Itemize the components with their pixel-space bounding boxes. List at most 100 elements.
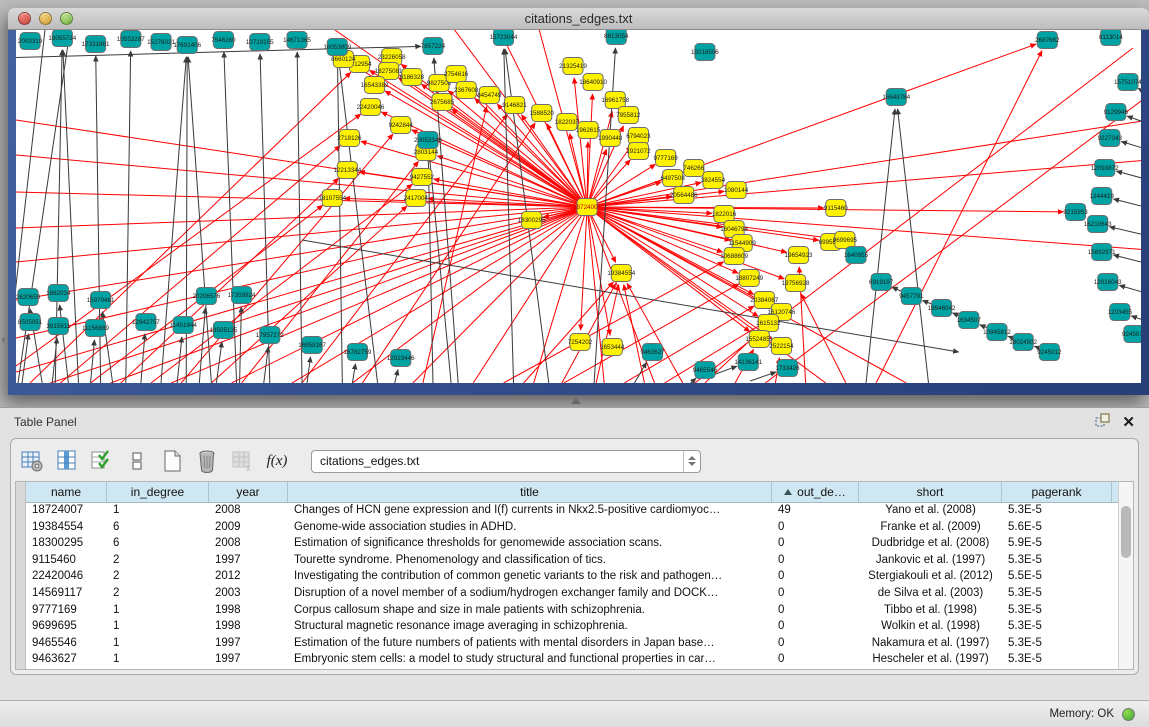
- graph-node[interactable]: 16961758: [601, 92, 629, 109]
- graph-node[interactable]: 8505051: [18, 314, 43, 331]
- select-all-icon[interactable]: [89, 448, 115, 474]
- graph-node[interactable]: 15751074: [1114, 74, 1141, 91]
- graph-node[interactable]: 16782759: [344, 344, 372, 361]
- column-header-year[interactable]: year: [209, 482, 288, 502]
- table-row[interactable]: 969969511998Structural magnetic resonanc…: [26, 619, 1118, 636]
- function-builder-icon[interactable]: f(x): [264, 448, 290, 474]
- table-mode-icon[interactable]: [19, 448, 45, 474]
- graph-node[interactable]: 2718126: [337, 130, 362, 147]
- graph-node[interactable]: 13505135: [210, 322, 238, 339]
- graph-node[interactable]: 10688609: [720, 248, 748, 265]
- graph-node[interactable]: 9465546: [693, 362, 718, 379]
- graph-node[interactable]: 12016043: [1094, 274, 1122, 291]
- graph-node[interactable]: 3824554: [701, 172, 726, 189]
- graph-node[interactable]: 10553287: [117, 31, 145, 48]
- import-table-icon[interactable]: x: [229, 448, 255, 474]
- graph-node[interactable]: 7955812: [616, 107, 641, 124]
- graph-node[interactable]: 9227343: [1098, 130, 1123, 147]
- memory-status-icon[interactable]: [1122, 708, 1135, 721]
- table-row[interactable]: 2242004622012Investigating the contribut…: [26, 569, 1118, 586]
- graph-node[interactable]: 17691406: [173, 37, 201, 54]
- graph-node[interactable]: 1640955: [844, 247, 869, 264]
- graph-node[interactable]: 17957272: [256, 327, 284, 344]
- graph-node[interactable]: 19756928: [782, 275, 810, 292]
- graph-node[interactable]: 12923446: [387, 350, 415, 367]
- graph-node[interactable]: 1822016: [712, 206, 737, 223]
- table-row[interactable]: 1872400712008Changes of HCN gene express…: [26, 503, 1118, 520]
- column-header-out_de[interactable]: out_de…: [772, 482, 859, 502]
- graph-node[interactable]: 746266: [683, 160, 704, 177]
- graph-node[interactable]: 15892971: [1088, 244, 1116, 261]
- table-select-dropdown[interactable]: citations_edges.txt: [311, 450, 701, 473]
- graph-node[interactable]: 1862034: [46, 285, 71, 302]
- graph-node[interactable]: 1588520: [530, 105, 555, 122]
- graph-node[interactable]: 7254202: [568, 334, 593, 351]
- column-header-in_degree[interactable]: in_degree: [107, 482, 209, 502]
- close-panel-icon[interactable]: ✕: [1122, 415, 1135, 431]
- graph-node[interactable]: 20206576: [192, 288, 220, 305]
- column-header-pagerank[interactable]: pagerank: [1002, 482, 1112, 502]
- graph-node[interactable]: 16543382: [361, 77, 389, 94]
- graph-node[interactable]: 8186328: [400, 69, 425, 86]
- graph-node[interactable]: 12213344: [333, 162, 361, 179]
- graph-node[interactable]: 1733426: [775, 360, 800, 377]
- graph-node[interactable]: 12093872: [1091, 160, 1119, 177]
- graph-node[interactable]: 9146821: [502, 97, 527, 114]
- graph-node[interactable]: 9245012: [1037, 344, 1062, 361]
- graph-node[interactable]: 6919197: [869, 274, 894, 291]
- graph-node[interactable]: 19654923: [785, 247, 813, 264]
- graph-node[interactable]: 19218506: [691, 44, 719, 61]
- graph-node[interactable]: 20053346: [414, 132, 442, 149]
- graph-node[interactable]: 16053809: [323, 39, 351, 56]
- table-row[interactable]: 946362711997Embryonic stem cells: a mode…: [26, 652, 1118, 669]
- float-panel-icon[interactable]: [1095, 413, 1110, 433]
- graph-node[interactable]: 2417004: [404, 190, 429, 207]
- graph-node[interactable]: 9427552: [410, 169, 435, 186]
- graph-node[interactable]: 2675685: [430, 94, 455, 111]
- graph-node[interactable]: 16958167: [298, 337, 326, 354]
- table-row[interactable]: 911546021997Tourette syndrome. Phenomeno…: [26, 553, 1118, 570]
- graph-node[interactable]: 2522154: [769, 338, 794, 355]
- graph-node[interactable]: 6794023: [626, 128, 651, 145]
- table-row[interactable]: 1830029562008Estimation of significance …: [26, 536, 1118, 553]
- graph-node[interactable]: 6497508: [661, 170, 686, 187]
- window-titlebar[interactable]: citations_edges.txt: [8, 8, 1149, 30]
- graph-node[interactable]: 8813054: [604, 30, 629, 45]
- graph-node[interactable]: 14671365: [283, 32, 311, 49]
- graph-node[interactable]: 9215953: [1063, 204, 1088, 221]
- graph-node[interactable]: 12942757: [132, 314, 160, 331]
- graph-node[interactable]: 2687682: [1035, 32, 1060, 49]
- graph-node[interactable]: 16210643: [1084, 216, 1112, 233]
- graph-node[interactable]: 2754616: [444, 66, 469, 83]
- close-window-button[interactable]: [18, 12, 31, 25]
- show-column-icon[interactable]: [54, 448, 80, 474]
- graph-node[interactable]: 22420046: [357, 99, 385, 116]
- graph-node[interactable]: 7857224: [421, 38, 446, 55]
- graph-node[interactable]: 1990448: [598, 130, 623, 147]
- graph-node[interactable]: 18640910: [579, 74, 607, 91]
- graph-node[interactable]: 2003319: [18, 33, 43, 50]
- graph-node[interactable]: 9115460: [824, 200, 848, 217]
- new-table-icon[interactable]: [159, 448, 185, 474]
- table-row[interactable]: 1938455462009Genome-wide association stu…: [26, 520, 1118, 537]
- graph-node[interactable]: 19946042: [928, 300, 956, 317]
- graph-node[interactable]: 15276021: [147, 34, 175, 51]
- table-row[interactable]: 946554611997Estimation of the future num…: [26, 636, 1118, 653]
- graph-node[interactable]: 10945812: [983, 324, 1011, 341]
- network-canvas[interactable]: 1872400718107554122133442718126224200468…: [16, 30, 1141, 383]
- column-header-short[interactable]: short: [859, 482, 1002, 502]
- graph-node[interactable]: 20564486: [670, 187, 698, 204]
- table-scrollbar[interactable]: [1118, 482, 1133, 669]
- minimize-window-button[interactable]: [39, 12, 52, 25]
- graph-node[interactable]: 11156869: [82, 320, 109, 337]
- graph-node[interactable]: 2367608: [454, 82, 479, 99]
- citation-network-graph[interactable]: 1872400718107554122133442718126224200468…: [16, 30, 1141, 383]
- splitter-handle-icon[interactable]: [571, 398, 581, 404]
- graph-node[interactable]: 9457791: [899, 288, 924, 305]
- dropdown-stepper-icon[interactable]: [683, 451, 700, 472]
- graph-node[interactable]: 18807249: [735, 270, 763, 287]
- collapse-left-panel-handle[interactable]: ‹: [0, 333, 7, 345]
- graph-node[interactable]: 1634507: [957, 312, 982, 329]
- column-header-name[interactable]: name: [26, 482, 107, 502]
- graph-node[interactable]: 18024502: [1009, 334, 1037, 351]
